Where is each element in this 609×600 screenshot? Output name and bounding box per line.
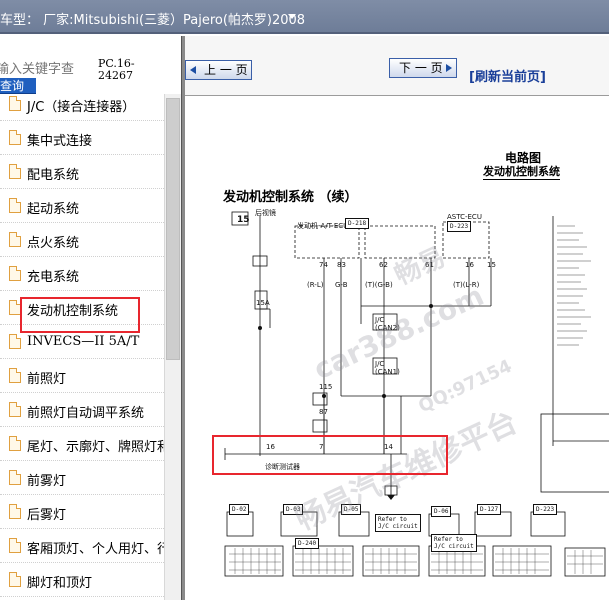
document-icon	[9, 402, 21, 417]
page-number-label: 15	[237, 215, 250, 225]
list-item[interactable]: 脚灯和顶灯	[0, 563, 164, 597]
refer-note: Refer to J/C circuit	[431, 534, 477, 552]
document-icon	[9, 232, 21, 247]
document-icon	[9, 198, 21, 213]
document-icon	[9, 368, 21, 383]
diagram-label: 后视镜	[255, 209, 276, 217]
list-item[interactable]: J/C（接合连接器）	[0, 94, 164, 121]
list-item[interactable]: 点火系统	[0, 223, 164, 257]
list-item-label: 起动系统	[27, 202, 80, 217]
list-item-label: 前照灯自动调平系统	[27, 406, 145, 421]
document-icon	[9, 266, 21, 281]
document-icon	[9, 572, 21, 587]
list-item-label: 脚灯和顶灯	[27, 576, 93, 591]
list-item[interactable]: 前雾灯	[0, 461, 164, 495]
list-item-label: 客厢顶灯、个人用灯、行	[27, 542, 164, 557]
list-item-label: 集中式连接	[27, 134, 93, 149]
next-page-label: 下 一 页	[399, 61, 443, 75]
connector-label: D-127	[477, 504, 502, 515]
list-item-label: J/C（接合连接器）	[27, 100, 136, 115]
pin-label: 15	[487, 261, 496, 269]
scrollbar-thumb[interactable]	[166, 98, 180, 360]
prev-page-button[interactable]: 上 一 页	[185, 60, 252, 80]
list-item[interactable]: 起动系统	[0, 189, 164, 223]
title-bar: 车型： 厂家:Mitsubishi(三菱）Pajero(帕杰罗)2008	[0, 0, 609, 34]
list-item-label: 配电系统	[27, 168, 80, 183]
list-item-label: INVECS—II 5A/T	[27, 334, 140, 349]
app-window: 车型： 厂家:Mitsubishi(三菱）Pajero(帕杰罗)2008 查询 …	[0, 0, 609, 600]
ecu-right-label: ASTC-ECU	[447, 213, 482, 221]
pin-label: 62	[379, 261, 388, 269]
connector-label: D-223	[533, 504, 558, 515]
connector-label: D-240	[295, 538, 320, 549]
page-nav-bar: 上 一 页 下 一 页 [刷新当前页]	[185, 36, 609, 96]
connector-label: D-223	[447, 221, 472, 232]
prev-page-label: 上 一 页	[204, 63, 248, 77]
junction-label: J/C (CAN1)	[375, 360, 400, 376]
list-item[interactable]: 集中式连接	[0, 121, 164, 155]
refer-note: Refer to J/C circuit	[375, 514, 421, 532]
search-button[interactable]: 查询	[0, 78, 36, 94]
connector-label: D-02	[229, 504, 250, 515]
list-item[interactable]: 后雾灯	[0, 495, 164, 529]
document-icon	[9, 538, 21, 553]
list-item[interactable]: 前照灯	[0, 359, 164, 393]
wire-label: (R-L)	[307, 281, 324, 289]
pin-label: 83	[337, 261, 346, 269]
document-icon	[9, 470, 21, 485]
list-item-label: 后雾灯	[27, 508, 67, 523]
arrow-left-icon	[190, 66, 196, 74]
pin-label: 74	[319, 261, 328, 269]
search-area: 查询 PC.16-24267	[0, 36, 181, 96]
next-page-button[interactable]: 下 一 页	[389, 58, 457, 78]
topic-list: J/C（接合连接器） 集中式连接 配电系统 起动系统 点火系统 充电系统 发动机…	[0, 94, 164, 600]
wire-label: (T)(G-B)	[365, 281, 393, 289]
document-icon	[9, 334, 21, 349]
selection-highlight	[20, 297, 140, 333]
list-item[interactable]: 配电系统	[0, 155, 164, 189]
dropdown-arrow-icon[interactable]	[288, 14, 296, 19]
connector-label: D-06	[431, 506, 452, 517]
document-icon	[9, 96, 21, 111]
pin-label: 87	[319, 408, 328, 416]
search-input[interactable]	[0, 58, 92, 80]
sidebar: 查询 PC.16-24267 J/C（接合连接器） 集中式连接 配电系统 起动系…	[0, 36, 181, 600]
fuse-label: 15A	[256, 299, 270, 307]
ecu-left-label: 发动机-A/T-ECU	[297, 222, 349, 230]
list-item[interactable]: 充电系统	[0, 257, 164, 291]
wire-label: G-B	[335, 281, 348, 289]
list-item-label: 前雾灯	[27, 474, 67, 489]
document-icon	[9, 164, 21, 179]
list-item-label: 前照灯	[27, 372, 67, 387]
pin-label: 16	[465, 261, 474, 269]
document-icon	[9, 130, 21, 145]
list-item-label: 尾灯、示廓灯、牌照灯和	[27, 440, 164, 455]
document-icon	[9, 436, 21, 451]
wiring-diagram-page: 电路图 发动机控制系统 发动机控制系统 （续） 15 后视镜 发动机-A/T-E…	[185, 96, 609, 600]
list-item[interactable]: 前照灯自动调平系统	[0, 393, 164, 427]
list-item[interactable]: 尾灯、示廓灯、牌照灯和	[0, 427, 164, 461]
list-item-label: 点火系统	[27, 236, 80, 251]
connector-label: D-218	[345, 218, 370, 229]
main-panel: 上 一 页 下 一 页 [刷新当前页] 电路图 发动机控制系统 发动机控制系统 …	[185, 36, 609, 600]
arrow-right-icon	[446, 64, 452, 72]
refresh-page-link[interactable]: [刷新当前页]	[469, 66, 546, 85]
diagram-highlight-box	[212, 435, 448, 475]
window-title: 车型： 厂家:Mitsubishi(三菱）Pajero(帕杰罗)2008	[0, 13, 306, 28]
page-code: PC.16-24267	[98, 57, 135, 82]
list-item-label: 充电系统	[27, 270, 80, 285]
document-icon	[9, 504, 21, 519]
list-item[interactable]: 客厢顶灯、个人用灯、行	[0, 529, 164, 563]
sidebar-scrollbar[interactable]	[164, 94, 181, 600]
